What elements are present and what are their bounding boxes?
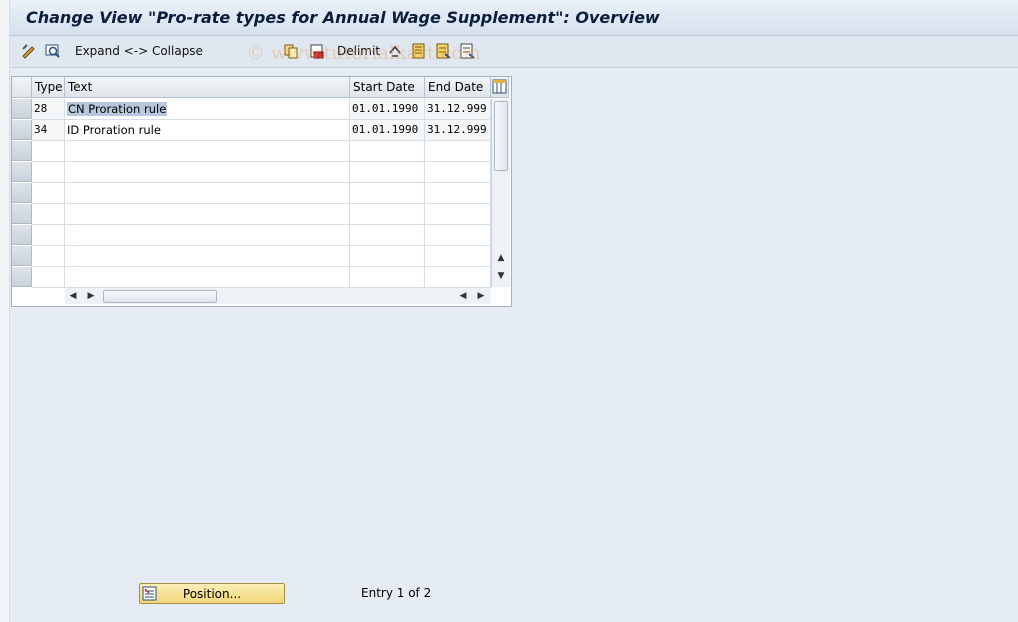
horizontal-scroll-thumb[interactable] bbox=[103, 290, 217, 303]
row-selector[interactable] bbox=[12, 183, 32, 203]
table-cell-type: 28 bbox=[32, 99, 65, 120]
delete-icon[interactable] bbox=[308, 42, 326, 60]
empty-cell[interactable] bbox=[350, 225, 425, 246]
table-settings-icon[interactable] bbox=[491, 77, 509, 98]
undo-change-icon[interactable] bbox=[386, 42, 404, 60]
horizontal-scrollbar-right[interactable]: ◀ ▶ bbox=[455, 288, 491, 304]
empty-cell[interactable] bbox=[350, 183, 425, 204]
table-cell-text-value: CN Proration rule bbox=[67, 102, 168, 116]
empty-cell[interactable] bbox=[425, 267, 491, 288]
empty-cell[interactable] bbox=[32, 246, 65, 267]
table-cell-start-date: 01.01.1990 bbox=[350, 120, 425, 141]
scroll-left-arrow-icon[interactable]: ◀ bbox=[67, 291, 79, 301]
application-toolbar: Expand <-> Collapse Delimit bbox=[10, 36, 1018, 68]
vertical-scroll-thumb[interactable] bbox=[494, 101, 508, 171]
expand-collapse-button[interactable]: Expand <-> Collapse bbox=[75, 44, 203, 58]
page-title: Change View "Pro-rate types for Annual W… bbox=[26, 8, 660, 27]
scroll-right-arrow-icon[interactable]: ▶ bbox=[475, 291, 487, 301]
empty-cell[interactable] bbox=[32, 267, 65, 288]
row-selector[interactable] bbox=[12, 225, 32, 245]
empty-cell[interactable] bbox=[425, 162, 491, 183]
scroll-right-arrow-icon[interactable]: ▶ bbox=[85, 291, 97, 301]
empty-cell[interactable] bbox=[425, 204, 491, 225]
empty-cell[interactable] bbox=[425, 225, 491, 246]
empty-cell[interactable] bbox=[65, 267, 350, 288]
deselect-all-icon[interactable] bbox=[458, 42, 476, 60]
select-all-icon[interactable] bbox=[410, 42, 428, 60]
display-change-icon[interactable] bbox=[20, 42, 38, 60]
column-header-text[interactable]: Text bbox=[65, 77, 350, 98]
empty-cell[interactable] bbox=[32, 183, 65, 204]
row-selector[interactable] bbox=[12, 204, 32, 224]
empty-cell[interactable] bbox=[350, 246, 425, 267]
empty-cell[interactable] bbox=[65, 162, 350, 183]
find-icon[interactable] bbox=[44, 42, 62, 60]
row-selector[interactable] bbox=[12, 267, 32, 287]
table-cell-end-date: 31.12.999 bbox=[425, 120, 491, 141]
empty-cell[interactable] bbox=[350, 267, 425, 288]
scroll-down-arrow-icon[interactable]: ▼ bbox=[495, 271, 507, 281]
empty-cell[interactable] bbox=[350, 204, 425, 225]
select-all-rows-header[interactable] bbox=[12, 77, 32, 98]
empty-cell[interactable] bbox=[425, 141, 491, 162]
empty-cell[interactable] bbox=[425, 246, 491, 267]
empty-cell[interactable] bbox=[32, 225, 65, 246]
row-selector[interactable] bbox=[12, 162, 32, 182]
empty-cell[interactable] bbox=[65, 141, 350, 162]
delimit-button[interactable]: Delimit bbox=[337, 44, 380, 58]
table-cell-end-date: 31.12.999 bbox=[425, 99, 491, 120]
position-button-label: Position... bbox=[182, 587, 242, 601]
entry-counter: Entry 1 of 2 bbox=[361, 586, 432, 600]
empty-cell[interactable] bbox=[65, 225, 350, 246]
empty-cell[interactable] bbox=[65, 246, 350, 267]
table-control: Type Text Start Date End Date 28 CN Pror… bbox=[11, 76, 512, 307]
column-header-type[interactable]: Type bbox=[32, 77, 65, 98]
vertical-scrollbar[interactable]: ▲ ▼ bbox=[491, 99, 510, 287]
empty-cell[interactable] bbox=[65, 204, 350, 225]
column-header-end-date[interactable]: End Date bbox=[425, 77, 491, 98]
scroll-up-arrow-icon[interactable]: ▲ bbox=[495, 253, 507, 263]
empty-cell[interactable] bbox=[350, 162, 425, 183]
table-cell-type: 34 bbox=[32, 120, 65, 141]
table-cell-text[interactable]: CN Proration rule bbox=[65, 99, 350, 120]
copy-icon[interactable] bbox=[282, 42, 300, 60]
table-cell-text[interactable]: ID Proration rule bbox=[65, 120, 350, 141]
empty-cell[interactable] bbox=[350, 141, 425, 162]
row-selector[interactable] bbox=[12, 141, 32, 161]
title-bar: Change View "Pro-rate types for Annual W… bbox=[10, 0, 1018, 36]
row-selector[interactable] bbox=[12, 99, 32, 119]
empty-cell[interactable] bbox=[425, 183, 491, 204]
horizontal-scrollbar[interactable]: ◀ ▶ bbox=[65, 288, 455, 304]
table-cell-start-date: 01.01.1990 bbox=[350, 99, 425, 120]
column-header-start-date[interactable]: Start Date bbox=[350, 77, 425, 98]
scroll-left-arrow-icon[interactable]: ◀ bbox=[457, 291, 469, 301]
left-border bbox=[0, 0, 10, 622]
row-selector[interactable] bbox=[12, 246, 32, 266]
empty-cell[interactable] bbox=[32, 141, 65, 162]
empty-cell[interactable] bbox=[32, 162, 65, 183]
empty-cell[interactable] bbox=[65, 183, 350, 204]
position-button[interactable]: Position... bbox=[139, 583, 285, 604]
select-block-icon[interactable] bbox=[434, 42, 452, 60]
empty-cell[interactable] bbox=[32, 204, 65, 225]
row-selector[interactable] bbox=[12, 120, 32, 140]
